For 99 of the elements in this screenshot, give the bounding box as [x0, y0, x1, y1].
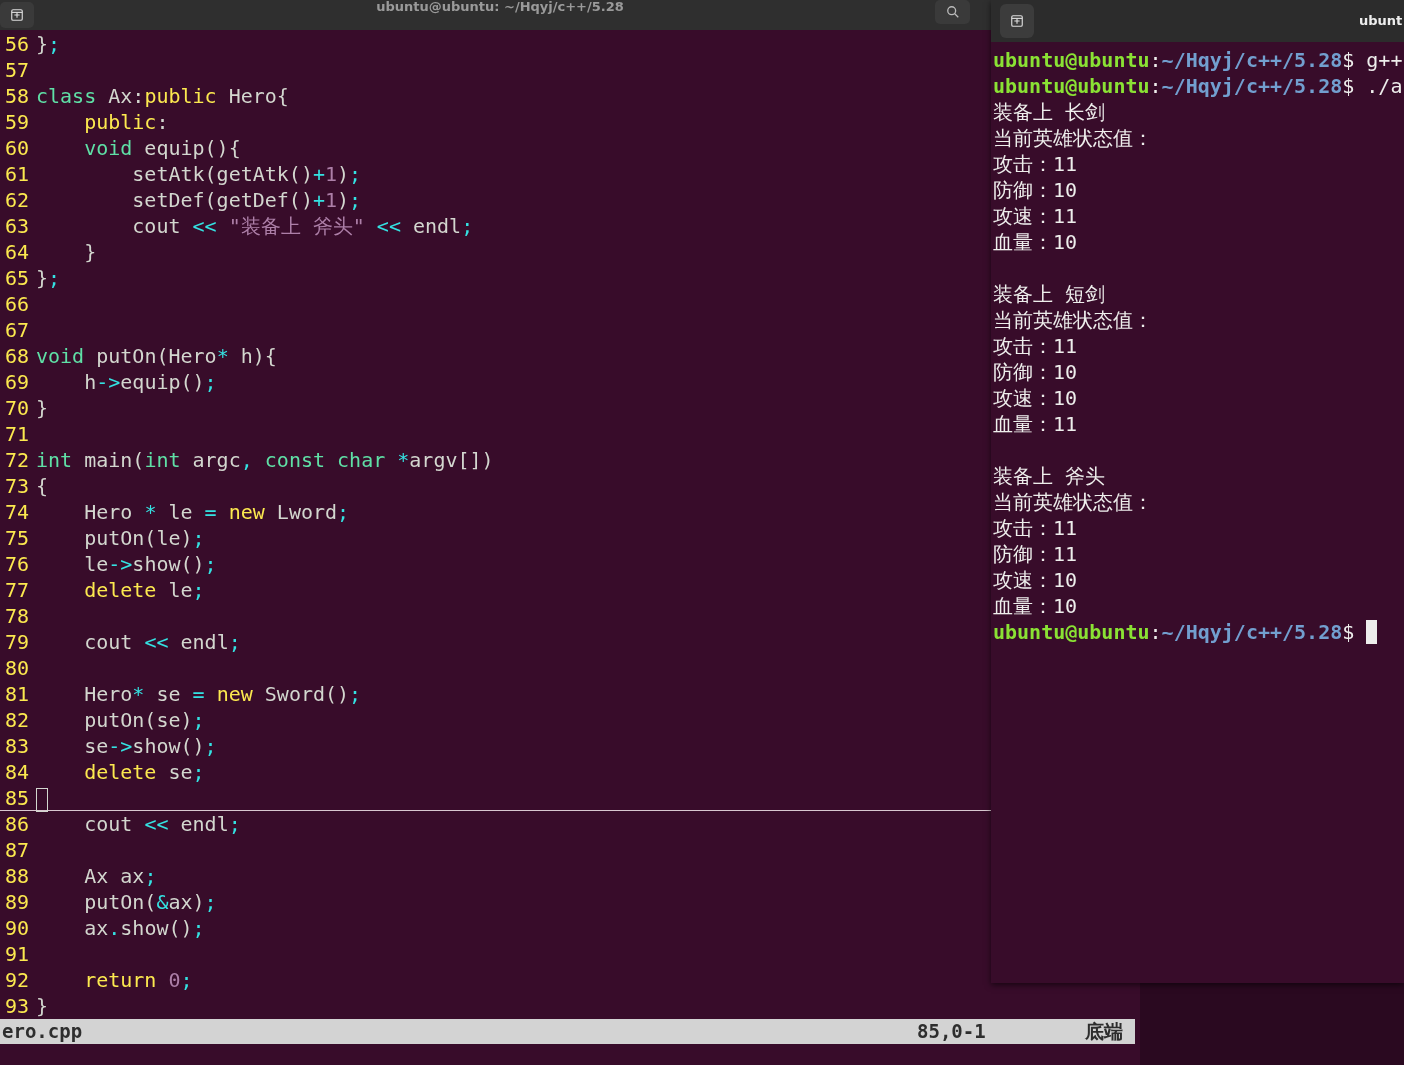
code-line: Ax ax; — [83, 863, 157, 889]
file-name: ero.cpp — [2, 1019, 83, 1044]
output-line: 血量：10 — [993, 228, 1078, 256]
new-tab-button[interactable] — [1000, 4, 1034, 38]
code-line: setDef(getDef()+1); — [131, 187, 362, 213]
line-number: 89 — [5, 889, 30, 915]
new-tab-button[interactable] — [0, 2, 34, 28]
line-number: 64 — [5, 239, 30, 265]
output-line: 当前英雄状态值： — [993, 306, 1153, 334]
code-line: setAtk(getAtk()+1); — [131, 161, 362, 187]
line-number: 88 — [5, 863, 30, 889]
line-number: 84 — [5, 759, 30, 785]
line-number: 83 — [5, 733, 30, 759]
line-number: 61 — [5, 161, 30, 187]
search-button[interactable] — [935, 0, 970, 24]
output-line: 装备上 短剑 — [993, 280, 1106, 308]
line-number: 69 — [5, 369, 30, 395]
code-line: delete le; — [83, 577, 205, 603]
window-title: ubuntu@ubuntu: ~/Hqyj/c++/5.28 — [376, 0, 624, 14]
line-number: 56 — [5, 31, 30, 57]
line-number: 66 — [5, 291, 30, 317]
line-number: 75 — [5, 525, 30, 551]
output-line: 血量：10 — [993, 592, 1078, 620]
line-number: 59 — [5, 109, 30, 135]
code-line: } — [36, 993, 49, 1019]
code-line: public: — [83, 109, 169, 135]
tab-plus-icon — [1010, 14, 1024, 28]
output-line: 当前英雄状态值： — [993, 124, 1153, 152]
line-number: 63 — [5, 213, 30, 239]
prompt-line: ubuntu@ubuntu:~/Hqyj/c++/5.28$ ./a — [993, 74, 1403, 98]
code-line: h->equip(); — [83, 369, 217, 395]
code-line: cout << endl; — [83, 629, 241, 655]
line-number: 81 — [5, 681, 30, 707]
output-line: 攻速：11 — [993, 202, 1078, 230]
code-line: delete se; — [83, 759, 205, 785]
line-number: 79 — [5, 629, 30, 655]
window-title: ubunt — [1359, 13, 1403, 28]
line-number: 71 — [5, 421, 30, 447]
line-number: 58 — [5, 83, 30, 109]
code-line: class Ax:public Hero{ — [36, 83, 289, 109]
line-number: 85 — [5, 784, 30, 811]
output-line: 防御：10 — [993, 176, 1078, 204]
code-line: { — [36, 473, 49, 499]
code-line: le->show(); — [83, 551, 217, 577]
code-line: Hero* se = new Sword(); — [83, 681, 362, 707]
code-line: cout << endl; — [83, 811, 241, 837]
line-number: 76 — [5, 551, 30, 577]
output-line: 装备上 斧头 — [993, 462, 1106, 490]
line-number: 72 — [5, 447, 30, 473]
code-line: }; — [36, 265, 61, 291]
line-number: 77 — [5, 577, 30, 603]
output-line: 攻击：11 — [993, 332, 1078, 360]
line-number: 70 — [5, 395, 30, 421]
output-line: 防御：10 — [993, 358, 1078, 386]
code-line: return 0; — [83, 967, 193, 993]
line-number: 93 — [5, 993, 30, 1019]
code-line: void equip(){ — [83, 135, 241, 161]
output-line: 当前英雄状态值： — [993, 488, 1153, 516]
code-line: Hero * le = new Lword; — [83, 499, 350, 525]
output-line: 攻击：11 — [993, 514, 1078, 542]
prompt-line: ubuntu@ubuntu:~/Hqyj/c++/5.28$ — [993, 620, 1355, 644]
output-line: 攻击：11 — [993, 150, 1078, 178]
output-line: 装备上 长剑 — [993, 98, 1106, 126]
code-line: ax.show(); — [83, 915, 205, 941]
output-line: 防御：11 — [993, 540, 1078, 568]
line-number: 67 — [5, 317, 30, 343]
code-line: se->show(); — [83, 733, 217, 759]
output-line: 血量：11 — [993, 410, 1078, 438]
code-line: }; — [36, 31, 61, 57]
line-number: 86 — [5, 811, 30, 837]
line-number: 78 — [5, 603, 30, 629]
line-number: 62 — [5, 187, 30, 213]
scroll-position: 底端 — [1085, 1019, 1123, 1044]
code-line: } — [36, 395, 49, 421]
line-number: 73 — [5, 473, 30, 499]
line-number: 57 — [5, 57, 30, 83]
code-line: int main(int argc, const char *argv[]) — [36, 447, 494, 473]
output-line: 攻速：10 — [993, 384, 1078, 412]
code-line: void putOn(Hero* h){ — [36, 343, 277, 369]
line-number: 90 — [5, 915, 30, 941]
code-line: } — [83, 239, 97, 265]
prompt-line: ubuntu@ubuntu:~/Hqyj/c++/5.28$ g++ — [993, 48, 1403, 72]
cursor-position: 85,0-1 — [917, 1019, 986, 1044]
tab-plus-icon — [10, 8, 24, 22]
code-line: putOn(se); — [83, 707, 205, 733]
line-number: 91 — [5, 941, 30, 967]
line-number: 92 — [5, 967, 30, 993]
code-line: putOn(le); — [83, 525, 205, 551]
line-number: 60 — [5, 135, 30, 161]
line-number: 80 — [5, 655, 30, 681]
line-number: 74 — [5, 499, 30, 525]
search-icon — [945, 5, 960, 19]
line-number: 65 — [5, 265, 30, 291]
output-line: 攻速：10 — [993, 566, 1078, 594]
line-number: 87 — [5, 837, 30, 863]
code-line: cout << "装备上 斧头" << endl; — [131, 213, 474, 239]
code-line: putOn(&ax); — [83, 889, 217, 915]
line-number: 82 — [5, 707, 30, 733]
line-number: 68 — [5, 343, 30, 369]
